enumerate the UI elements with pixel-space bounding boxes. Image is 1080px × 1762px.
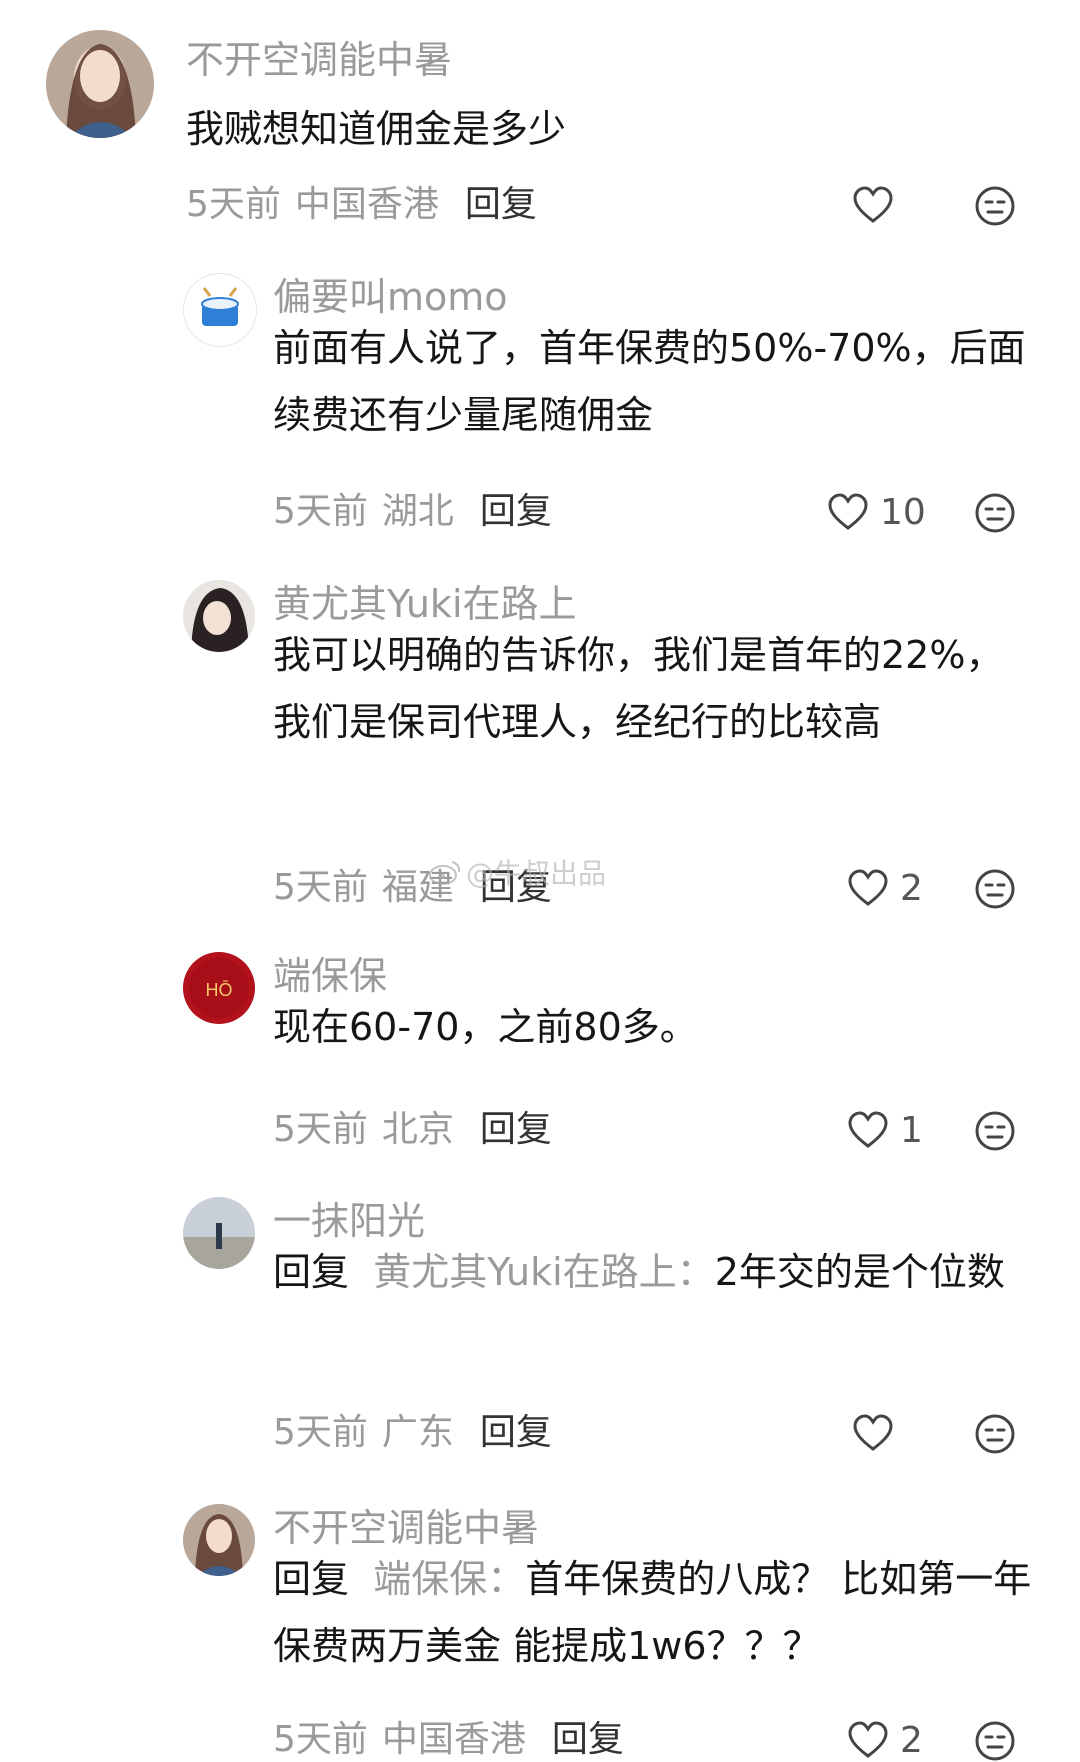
comment-time: 5天前 [273, 1109, 368, 1150]
comment-time: 5天前 [273, 1719, 368, 1760]
comment-meta: 5天前 中国香港 回复 [273, 1718, 624, 1762]
like-button[interactable]: 10 [826, 490, 926, 534]
avatar[interactable] [183, 273, 257, 347]
heart-icon [848, 1111, 888, 1148]
like-count: 2 [900, 1719, 923, 1761]
reply-mention[interactable]: 黄尤其Yuki在路上： [373, 1250, 715, 1294]
reply-prefix: 回复 [273, 1557, 350, 1601]
heart-icon [853, 1414, 893, 1451]
dislike-emoji-icon[interactable] [974, 185, 1016, 227]
comment-text: 回复 黄尤其Yuki在路上：2年交的是个位数 [273, 1239, 1033, 1306]
avatar[interactable] [183, 580, 255, 652]
reply-button[interactable]: 回复 [480, 1412, 552, 1453]
like-button[interactable]: 2 [846, 1718, 923, 1762]
like-count: 2 [900, 867, 923, 909]
comment-time: 5天前 [273, 867, 368, 908]
dislike-emoji-icon[interactable] [974, 868, 1016, 910]
reply-mention[interactable]: 端保保： [373, 1557, 525, 1601]
reply-button[interactable]: 回复 [480, 1109, 552, 1150]
like-count: 10 [880, 491, 926, 533]
like-count: 1 [900, 1109, 923, 1151]
comment-text: 前面有人说了，首年保费的50%-70%，后面续费还有少量尾随佣金 [273, 326, 1026, 437]
svg-text:HŌ: HŌ [206, 980, 233, 1000]
avatar[interactable]: HŌ [183, 952, 255, 1024]
comment-text: 我贼想知道佣金是多少 [186, 107, 567, 151]
watermark: @牛叔出品 [428, 852, 606, 892]
reply-button[interactable]: 回复 [552, 1719, 624, 1760]
comment-location: 中国香港 [294, 184, 439, 225]
comment-meta: 5天前 湖北 回复 [273, 490, 552, 534]
heart-icon [828, 493, 868, 530]
dislike-emoji-icon[interactable] [974, 1110, 1016, 1152]
like-button[interactable] [851, 183, 905, 227]
comment-location: 广东 [381, 1412, 454, 1453]
comment-username[interactable]: 端保保 [273, 952, 387, 1000]
comment-text: 回复 端保保：首年保费的八成？ 比如第一年保费两万美金 能提成1w6？？？ [273, 1546, 1033, 1680]
comment-location: 中国香港 [381, 1719, 526, 1760]
comment-username[interactable]: 一抹阳光 [273, 1197, 425, 1245]
reply-prefix: 回复 [273, 1250, 350, 1294]
like-button[interactable]: 1 [846, 1108, 923, 1152]
avatar[interactable] [183, 1197, 255, 1269]
weibo-icon [429, 861, 461, 885]
reply-body: 2年交的是个位数 [714, 1250, 1005, 1294]
like-button[interactable] [851, 1411, 905, 1455]
comment-text: 现在60-70，之前80多。 [273, 1005, 698, 1049]
avatar[interactable] [183, 1504, 255, 1576]
dislike-emoji-icon[interactable] [974, 1720, 1016, 1762]
heart-icon [848, 869, 888, 906]
dislike-emoji-icon[interactable] [974, 492, 1016, 534]
comment-meta: 5天前 广东 回复 [273, 1411, 552, 1455]
avatar[interactable] [46, 30, 154, 138]
reply-button[interactable]: 回复 [465, 184, 537, 225]
comment-username[interactable]: 偏要叫momo [273, 273, 508, 321]
reply-button[interactable]: 回复 [480, 491, 552, 532]
heart-icon [848, 1721, 888, 1758]
comment-username[interactable]: 黄尤其Yuki在路上 [273, 580, 577, 628]
comment-location: 北京 [381, 1109, 454, 1150]
comment-time: 5天前 [273, 1412, 368, 1453]
comment-time: 5天前 [273, 491, 368, 532]
comment-username[interactable]: 不开空调能中暑 [186, 36, 452, 84]
comment-username[interactable]: 不开空调能中暑 [273, 1504, 539, 1552]
watermark-text: @牛叔出品 [466, 857, 607, 890]
comment-meta: 5天前 北京 回复 [273, 1108, 552, 1152]
like-button[interactable]: 2 [846, 866, 923, 910]
dislike-emoji-icon[interactable] [974, 1413, 1016, 1455]
comment-time: 5天前 [186, 184, 281, 225]
comment-meta: 5天前 中国香港 回复 [186, 183, 537, 227]
heart-icon [853, 186, 893, 223]
comment-location: 湖北 [381, 491, 454, 532]
comment-text: 我可以明确的告诉你，我们是首年的22%，我们是保司代理人，经纪行的比较高 [273, 633, 1004, 744]
